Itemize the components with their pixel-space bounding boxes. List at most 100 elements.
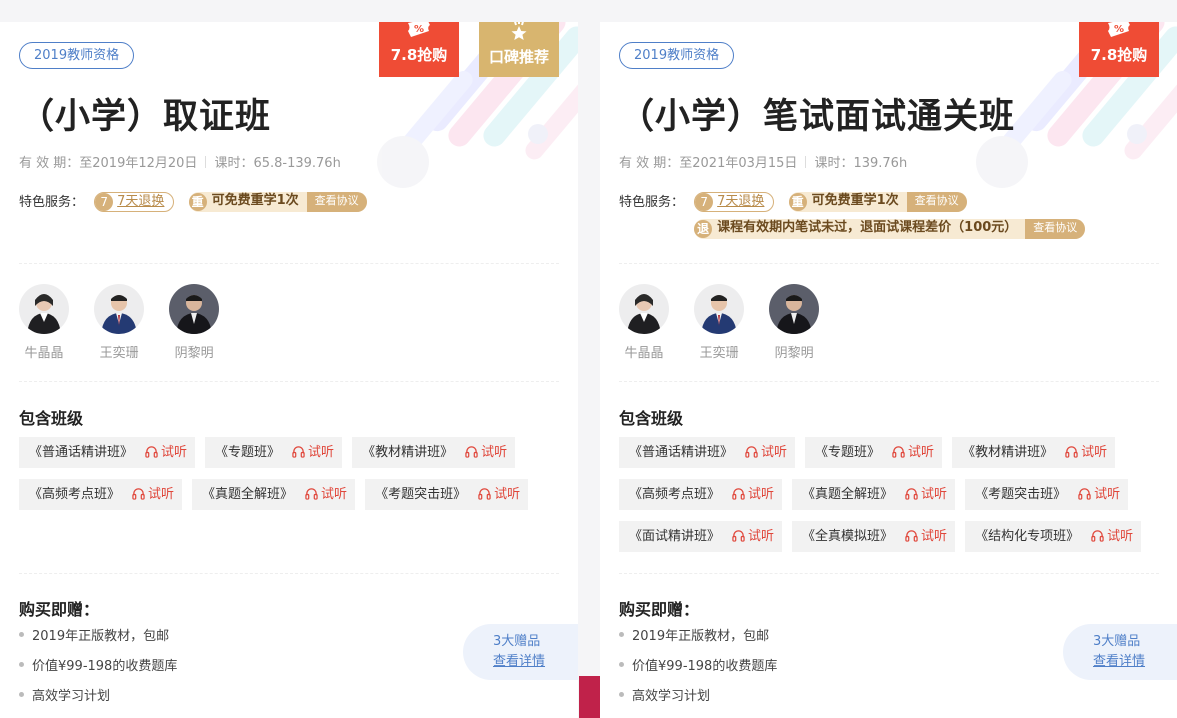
trial-listen-button[interactable]: 试听 — [292, 445, 334, 460]
gift-text: 价值¥99-198的收费题库 — [632, 659, 778, 674]
class-name: 《专题班》 — [815, 445, 881, 460]
class-name: 《全真模拟班》 — [802, 529, 894, 544]
class-item[interactable]: 《真题全解班》 试听 — [792, 479, 956, 510]
class-name: 《真题全解班》 — [202, 487, 294, 502]
trial-listen-button[interactable]: 试听 — [732, 487, 774, 502]
course-card-list: 2019教师资格 （小学）取证班 有 效 期：至2019年12月20日 课时：65… — [0, 0, 1177, 718]
teacher-item[interactable]: 牛晶晶 — [619, 284, 669, 361]
trial-listen-button[interactable]: 试听 — [1078, 487, 1120, 502]
class-name: 《考题突击班》 — [375, 487, 467, 502]
trial-label: 试听 — [308, 445, 335, 460]
headphone-icon — [132, 488, 145, 500]
teacher-item[interactable]: 阴黎明 — [769, 284, 820, 361]
class-item[interactable]: 《普通话精讲班》 试听 — [619, 437, 796, 468]
refund-number-icon: 7 — [695, 193, 714, 211]
course-card[interactable]: 2019教师资格 （小学）笔试面试通关班 有 效 期：至2021年03月15日课… — [600, 22, 1177, 718]
teacher-item[interactable]: 王奕珊 — [94, 284, 145, 361]
gift-item: 高效学习计划 — [19, 684, 177, 714]
svg-text:%: % — [414, 24, 424, 35]
recommend-label: 口碑推荐 — [488, 48, 549, 66]
teacher-avatar — [619, 284, 669, 334]
trial-listen-button[interactable]: 试听 — [478, 487, 520, 502]
class-item[interactable]: 《普通话精讲班》 试听 — [19, 437, 196, 468]
trial-listen-button[interactable]: 试听 — [732, 529, 774, 544]
gifts-title: 购买即赠： — [619, 600, 700, 619]
trial-listen-button[interactable]: 试听 — [905, 529, 947, 544]
trial-listen-button[interactable]: 试听 — [145, 445, 187, 460]
trial-listen-button[interactable]: 试听 — [905, 487, 947, 502]
teacher-name: 牛晶晶 — [24, 346, 64, 361]
trial-label: 试听 — [1081, 445, 1108, 460]
discount-label: 7.8抢购 — [390, 46, 448, 64]
class-item[interactable]: 《高频考点班》 试听 — [619, 479, 783, 510]
teacher-name: 牛晶晶 — [624, 346, 664, 361]
class-item[interactable]: 《高频考点班》 试听 — [19, 479, 183, 510]
trial-label: 试听 — [321, 487, 348, 502]
course-card[interactable]: 2019教师资格 （小学）取证班 有 效 期：至2019年12月20日 课时：65… — [0, 22, 578, 718]
class-name: 《结构化专项班》 — [975, 529, 1080, 544]
class-item[interactable]: 《教材精讲班》 试听 — [352, 437, 516, 468]
gift-details-link[interactable]: 查看详情 — [493, 652, 578, 672]
section-divider — [619, 573, 1159, 574]
class-item[interactable]: 《真题全解班》 试听 — [192, 479, 356, 510]
gift-text: 2019年正版教材，包邮 — [632, 629, 770, 644]
class-item[interactable]: 《考题突击班》 试听 — [365, 479, 529, 510]
headphone-icon — [1065, 446, 1078, 458]
view-agreement-link[interactable]: 查看协议 — [906, 192, 967, 212]
trial-listen-button[interactable]: 试听 — [132, 487, 174, 502]
section-divider — [19, 573, 559, 574]
trial-listen-button[interactable]: 试听 — [465, 445, 507, 460]
service-refund[interactable]: 7 7天退换 — [94, 192, 175, 212]
course-title[interactable]: （小学）取证班 — [19, 88, 271, 139]
gift-item: 价值¥99-198的收费题库 — [619, 654, 777, 684]
class-name: 《高频考点班》 — [629, 487, 721, 502]
gifts-title: 购买即赠： — [19, 600, 100, 619]
service-relearn: 重可免费重学1次 查看协议 — [188, 192, 367, 212]
trial-listen-button[interactable]: 试听 — [1091, 529, 1133, 544]
gift-text: 高效学习计划 — [632, 689, 711, 704]
gift-item: 2019年正版教材，包邮 — [619, 624, 777, 654]
class-item[interactable]: 《考题突击班》 试听 — [965, 479, 1129, 510]
special-services: 特色服务： 7 7天退换 重可免费重学1次 查看协议 — [19, 192, 569, 219]
view-agreement-link[interactable]: 查看协议 — [1025, 219, 1086, 239]
course-title[interactable]: （小学）笔试面试通关班 — [619, 88, 1015, 139]
class-name: 《普通话精讲班》 — [629, 445, 734, 460]
service-refund[interactable]: 7 7天退换 — [694, 192, 775, 212]
view-agreement-link[interactable]: 查看协议 — [306, 192, 367, 212]
gift-details-link[interactable]: 查看详情 — [1093, 652, 1177, 672]
meta-divider — [205, 156, 207, 168]
bullet-icon — [19, 662, 24, 667]
class-name: 《专题班》 — [215, 445, 281, 460]
trial-listen-button[interactable]: 试听 — [892, 445, 934, 460]
trial-label: 试听 — [494, 487, 521, 502]
trial-listen-button[interactable]: 试听 — [1065, 445, 1107, 460]
teacher-item[interactable]: 牛晶晶 — [19, 284, 69, 361]
class-item[interactable]: 《全真模拟班》 试听 — [792, 521, 956, 552]
service-items: 7 7天退换 重可免费重学1次 查看协议 退课程有效期内笔试未过，退面试课程差价（1… — [694, 192, 1164, 246]
trial-label: 试听 — [761, 445, 788, 460]
class-item[interactable]: 《结构化专项班》 试听 — [965, 521, 1142, 552]
gift-details-button[interactable]: 3大赠品 查看详情 — [463, 624, 578, 680]
hours-value: 65.8-139.76h — [253, 156, 341, 171]
class-item[interactable]: 《教材精讲班》 试听 — [952, 437, 1116, 468]
special-services: 特色服务： 7 7天退换 重可免费重学1次 查看协议 退课程有效期内笔试未过，退面试… — [619, 192, 1169, 246]
class-item[interactable]: 《专题班》 试听 — [805, 437, 943, 468]
gift-count: 3大赠品 — [1093, 634, 1141, 649]
trial-listen-button[interactable]: 试听 — [305, 487, 347, 502]
relearn-icon: 重 — [788, 193, 807, 211]
hours-value: 139.76h — [853, 156, 908, 171]
edge-accent — [579, 676, 600, 718]
service-relearn: 重可免费重学1次 查看协议 — [788, 192, 967, 212]
class-name: 《教材精讲班》 — [362, 445, 454, 460]
teacher-item[interactable]: 王奕珊 — [694, 284, 745, 361]
discount-badge: % 7.8抢购 — [1079, 22, 1159, 77]
trial-listen-button[interactable]: 试听 — [745, 445, 787, 460]
service-refund-label: 7天退换 — [717, 194, 765, 209]
gift-details-button[interactable]: 3大赠品 查看详情 — [1063, 624, 1177, 680]
class-item[interactable]: 《面试精讲班》 试听 — [619, 521, 783, 552]
meta-divider — [805, 156, 807, 168]
class-item[interactable]: 《专题班》 试听 — [205, 437, 343, 468]
trial-label: 试听 — [481, 445, 508, 460]
teacher-item[interactable]: 阴黎明 — [169, 284, 220, 361]
service-relearn-label: 可免费重学1次 — [211, 193, 299, 208]
